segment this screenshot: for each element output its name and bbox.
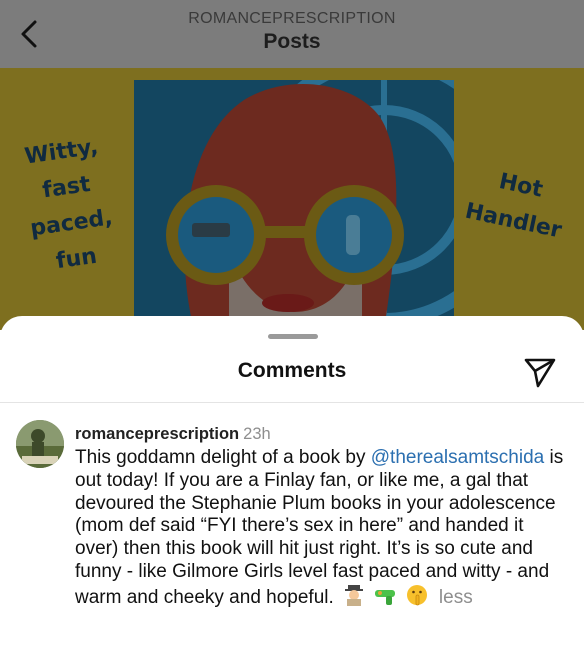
- comment-text-start: This goddamn delight of a book by: [75, 447, 366, 468]
- comments-title: Comments: [237, 359, 347, 382]
- comment-text-rest: is out today! If you are a Finlay fan, o…: [75, 447, 564, 608]
- water-pistol-icon: [374, 584, 396, 613]
- post-left-caption: Witty, fast paced, fun: [5, 127, 134, 285]
- comment-username[interactable]: romanceprescription: [75, 425, 239, 443]
- send-icon: [524, 358, 556, 388]
- comment-text: This goddamn delight of a book by @there…: [75, 447, 570, 613]
- header-bar: ROMANCEPRESCRIPTION Posts: [0, 0, 584, 68]
- avatar[interactable]: [16, 420, 64, 468]
- post-right-caption: Hot Handler: [456, 157, 579, 250]
- comments-sheet: Comments romanceprescription 23h This god…: [0, 316, 584, 652]
- account-name[interactable]: ROMANCEPRESCRIPTION: [0, 10, 584, 28]
- shushing-face-icon: [406, 584, 428, 613]
- comment-body: romanceprescription 23h This goddamn deli…: [75, 423, 570, 613]
- post-viewer-background: ROMANCEPRESCRIPTION Posts Witty, fast pa…: [0, 0, 584, 330]
- divider: [0, 402, 584, 403]
- book-cover-art: [134, 80, 454, 330]
- comment-mention-link[interactable]: @therealsamtschida: [371, 447, 544, 468]
- post-image[interactable]: Witty, fast paced, fun Hot Handler: [0, 68, 584, 330]
- avatar-image: [16, 420, 64, 468]
- detective-emoji-icon: [343, 584, 365, 613]
- less-toggle[interactable]: less: [439, 587, 473, 608]
- comment-timestamp: 23h: [243, 425, 271, 443]
- page-title: Posts: [263, 30, 321, 53]
- sheet-drag-handle[interactable]: [268, 334, 318, 339]
- comment-meta: romanceprescription 23h: [75, 423, 570, 445]
- share-button[interactable]: [522, 354, 558, 390]
- cover-illustration: [134, 80, 454, 330]
